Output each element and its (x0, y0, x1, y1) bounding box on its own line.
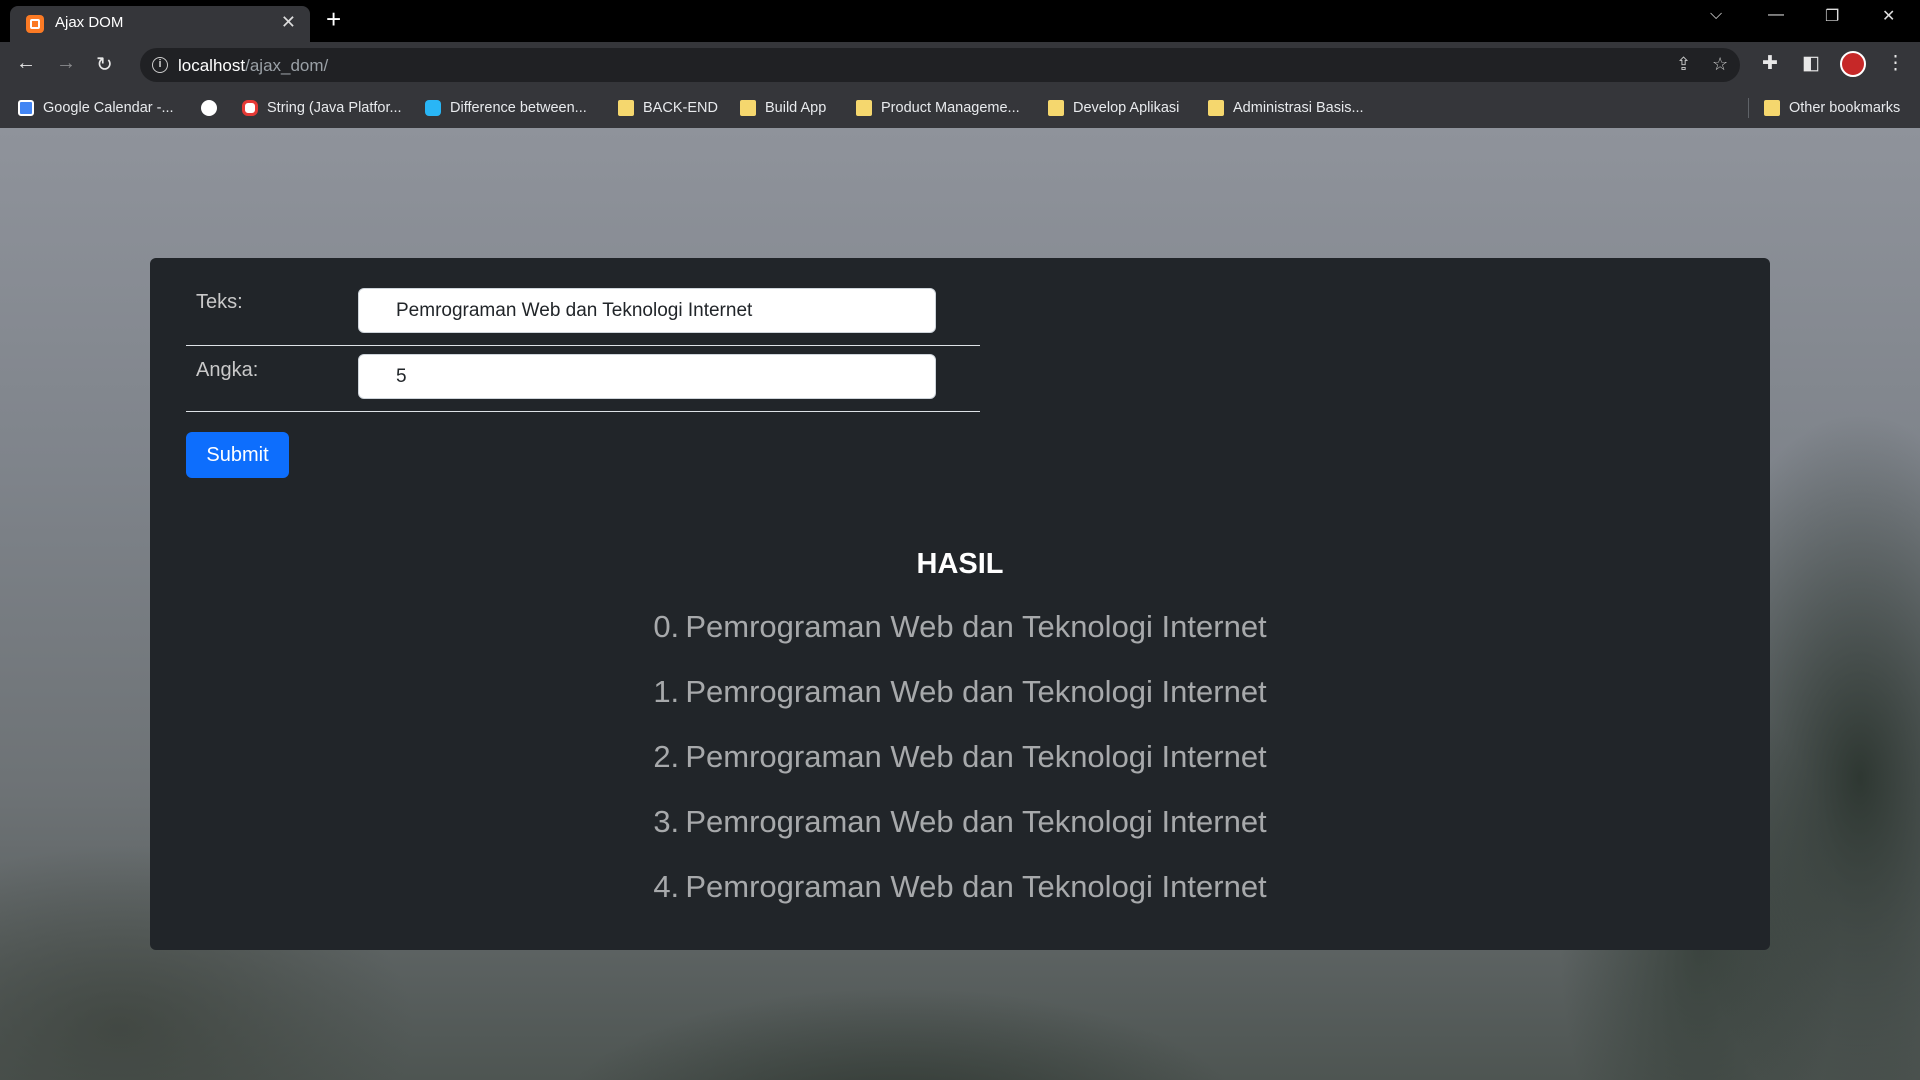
teks-label: Teks: (196, 291, 243, 313)
folder-icon (1048, 100, 1064, 116)
angka-input[interactable] (358, 354, 936, 399)
angka-row: Angka: (186, 346, 980, 412)
result-item: 1. Pemrograman Web dan Teknologi Internet (653, 674, 1267, 709)
folder-icon (1764, 100, 1780, 116)
bookmark-star-icon[interactable]: ☆ (1712, 54, 1728, 75)
restore-icon[interactable]: ❐ (1825, 6, 1839, 26)
site-info-icon[interactable]: i (152, 57, 168, 73)
result-item: 4. Pemrograman Web dan Teknologi Internet (653, 869, 1267, 904)
new-tab-icon[interactable]: + (326, 4, 341, 35)
teks-input[interactable] (358, 288, 936, 333)
result-item: 0. Pemrograman Web dan Teknologi Internet (653, 609, 1267, 644)
extensions-puzzle-icon[interactable]: ✚ (1762, 52, 1778, 75)
tab-title: Ajax DOM (55, 14, 124, 31)
bookmark-folder[interactable]: BACK-END (618, 97, 718, 119)
bookmark-folder[interactable]: Develop Aplikasi (1048, 97, 1179, 119)
other-bookmarks[interactable]: Other bookmarks (1764, 97, 1900, 119)
bookmark-folder[interactable]: Product Manageme... (856, 97, 1020, 119)
browser-toolbar: ← → ↻ i localhost/ajax_dom/ ⇪ ☆ ✚ ◧ ⋮ (0, 42, 1920, 88)
submit-button[interactable]: Submit (186, 432, 289, 478)
bookmark-item[interactable] (201, 97, 217, 119)
folder-icon (1208, 100, 1224, 116)
result-section: HASIL 0. Pemrograman Web dan Teknologi In… (150, 544, 1770, 933)
forward-arrow-icon[interactable]: → (56, 52, 76, 75)
address-bar[interactable]: i localhost/ajax_dom/ ⇪ ☆ (140, 48, 1740, 82)
close-window-icon[interactable]: ✕ (1882, 6, 1895, 26)
bookmarks-bar: Google Calendar -... String (Java Platfo… (0, 88, 1920, 128)
globe-icon (201, 100, 217, 116)
share-icon[interactable]: ⇪ (1676, 54, 1691, 75)
form-card: Teks: Angka: Submit HASIL 0.Pemrograman … (150, 258, 1770, 950)
result-title: HASIL (916, 548, 1004, 580)
result-list: 0. Pemrograman Web dan Teknologi Internet… (150, 608, 1770, 933)
bookmark-item[interactable]: String (Java Platfor... (242, 97, 402, 119)
result-item: 3. Pemrograman Web dan Teknologi Internet (653, 804, 1267, 839)
title-bar: Ajax DOM ✕ + ⌵ — ❐ ✕ (0, 0, 1920, 42)
calendar-icon (18, 100, 34, 116)
page-viewport: Teks: Angka: Submit HASIL 0.Pemrograman … (0, 128, 1920, 1080)
minimize-icon[interactable]: — (1768, 6, 1784, 24)
bookmark-item[interactable]: Difference between... (425, 97, 587, 119)
side-panel-icon[interactable]: ◧ (1802, 52, 1820, 75)
browser-tab[interactable]: Ajax DOM ✕ (10, 6, 310, 42)
profile-avatar[interactable] (1840, 51, 1866, 77)
back-arrow-icon[interactable]: ← (16, 52, 36, 75)
close-tab-icon[interactable]: ✕ (281, 12, 296, 33)
bookmarks-divider (1748, 98, 1749, 118)
bookmark-folder[interactable]: Administrasi Basis... (1208, 97, 1364, 119)
teks-row: Teks: (186, 258, 980, 346)
folder-icon (618, 100, 634, 116)
oracle-icon (242, 100, 258, 116)
bookmark-folder[interactable]: Build App (740, 97, 826, 119)
xampp-favicon-icon (26, 15, 44, 33)
folder-icon (856, 100, 872, 116)
url-text[interactable]: localhost/ajax_dom/ (178, 56, 328, 76)
bookmark-item[interactable]: Google Calendar -... (18, 97, 174, 119)
tab-search-chevron-icon[interactable]: ⌵ (1710, 6, 1722, 24)
site-icon (425, 100, 441, 116)
result-item: 2. Pemrograman Web dan Teknologi Internet (653, 739, 1267, 774)
folder-icon (740, 100, 756, 116)
angka-label: Angka: (196, 359, 259, 381)
reload-icon[interactable]: ↻ (96, 52, 113, 77)
menu-kebab-icon[interactable]: ⋮ (1886, 52, 1905, 75)
